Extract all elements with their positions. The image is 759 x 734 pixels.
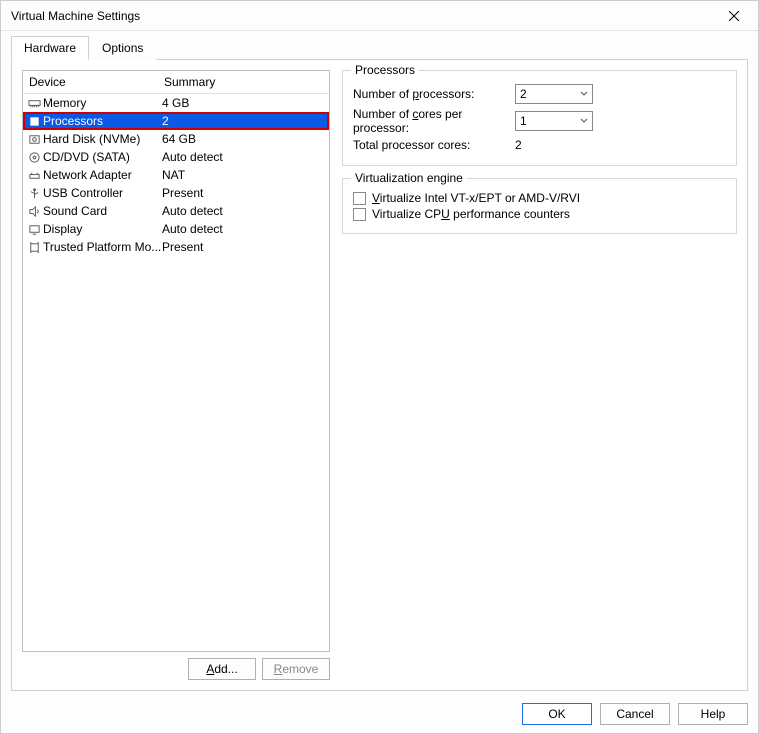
total-cores-row: Total processor cores: 2 xyxy=(353,138,726,152)
device-summary: Auto detect xyxy=(162,204,325,218)
virtualize-cpu-perf-row[interactable]: Virtualize CPU performance counters xyxy=(353,207,726,221)
virtualize-vt-label: Virtualize Intel VT-x/EPT or AMD-V/RVI xyxy=(372,191,580,205)
device-summary: Auto detect xyxy=(162,150,325,164)
tab-options[interactable]: Options xyxy=(89,36,156,60)
device-name: Hard Disk (NVMe) xyxy=(43,132,162,146)
cores-per-processor-value: 1 xyxy=(520,114,527,128)
header-summary[interactable]: Summary xyxy=(164,75,323,89)
device-summary: 64 GB xyxy=(162,132,325,146)
device-name: Processors xyxy=(43,114,162,128)
header-device[interactable]: Device xyxy=(29,75,164,89)
device-list-header: Device Summary xyxy=(23,71,329,94)
device-name: CD/DVD (SATA) xyxy=(43,150,162,164)
window-title: Virtual Machine Settings xyxy=(11,9,718,23)
tab-options-label: Options xyxy=(102,41,143,55)
total-cores-label: Total processor cores: xyxy=(353,138,515,152)
device-row-tpm[interactable]: Trusted Platform Mo... Present xyxy=(23,238,329,256)
device-name: Memory xyxy=(43,96,162,110)
virtualize-vt-row[interactable]: Virtualize Intel VT-x/EPT or AMD-V/RVI xyxy=(353,191,726,205)
processors-group: Processors Number of processors: 2 Numbe… xyxy=(342,70,737,166)
tab-hardware-label: Hardware xyxy=(24,41,76,55)
network-adapter-icon xyxy=(27,168,41,182)
cores-per-processor-row: Number of cores per processor: 1 xyxy=(353,107,726,135)
processors-legend: Processors xyxy=(351,63,419,77)
num-processors-select[interactable]: 2 xyxy=(515,84,593,104)
device-summary: 4 GB xyxy=(162,96,325,110)
chevron-down-icon xyxy=(580,90,588,98)
device-row-processors[interactable]: Processors 2 xyxy=(23,112,329,130)
device-row-cd-dvd[interactable]: CD/DVD (SATA) Auto detect xyxy=(23,148,329,166)
device-row-network-adapter[interactable]: Network Adapter NAT xyxy=(23,166,329,184)
virtualize-cpu-perf-label: Virtualize CPU performance counters xyxy=(372,207,570,221)
left-column: Device Summary Memory 4 GB Processors 2 xyxy=(22,70,330,680)
num-processors-value: 2 xyxy=(520,87,527,101)
num-processors-label: Number of processors: xyxy=(353,87,515,101)
virtualize-cpu-perf-checkbox[interactable] xyxy=(353,208,366,221)
tab-hardware[interactable]: Hardware xyxy=(11,36,89,60)
right-column: Processors Number of processors: 2 Numbe… xyxy=(342,70,737,680)
add-button[interactable]: Add... xyxy=(188,658,256,680)
device-summary: Present xyxy=(162,186,325,200)
device-list[interactable]: Device Summary Memory 4 GB Processors 2 xyxy=(22,70,330,652)
dialog-button-row: OK Cancel Help xyxy=(1,697,758,733)
device-name: Network Adapter xyxy=(43,168,162,182)
memory-icon xyxy=(27,96,41,110)
device-rows: Memory 4 GB Processors 2 Hard Disk (NVMe… xyxy=(23,94,329,651)
device-name: USB Controller xyxy=(43,186,162,200)
total-cores-value: 2 xyxy=(515,138,522,152)
display-icon xyxy=(27,222,41,236)
device-row-usb-controller[interactable]: USB Controller Present xyxy=(23,184,329,202)
virtualization-group: Virtualization engine Virtualize Intel V… xyxy=(342,178,737,234)
tab-body: Device Summary Memory 4 GB Processors 2 xyxy=(11,59,748,691)
device-summary: NAT xyxy=(162,168,325,182)
close-button[interactable] xyxy=(718,4,750,28)
add-rest: dd... xyxy=(214,662,237,676)
cd-dvd-icon xyxy=(27,150,41,164)
device-row-memory[interactable]: Memory 4 GB xyxy=(23,94,329,112)
titlebar: Virtual Machine Settings xyxy=(1,1,758,31)
vm-settings-dialog: Virtual Machine Settings Hardware Option… xyxy=(0,0,759,734)
remove-rest: emove xyxy=(282,662,318,676)
device-name: Trusted Platform Mo... xyxy=(43,240,162,254)
num-processors-row: Number of processors: 2 xyxy=(353,84,726,104)
device-name: Display xyxy=(43,222,162,236)
virtualize-vt-checkbox[interactable] xyxy=(353,192,366,205)
device-row-sound-card[interactable]: Sound Card Auto detect xyxy=(23,202,329,220)
usb-controller-icon xyxy=(27,186,41,200)
hard-disk-icon xyxy=(27,132,41,146)
device-row-display[interactable]: Display Auto detect xyxy=(23,220,329,238)
list-button-row: Add... Remove xyxy=(22,658,330,680)
sound-card-icon xyxy=(27,204,41,218)
cores-per-processor-select[interactable]: 1 xyxy=(515,111,593,131)
device-row-hard-disk[interactable]: Hard Disk (NVMe) 64 GB xyxy=(23,130,329,148)
processors-icon xyxy=(27,114,41,128)
device-summary: 2 xyxy=(162,114,325,128)
close-icon xyxy=(729,11,739,21)
device-summary: Auto detect xyxy=(162,222,325,236)
chevron-down-icon xyxy=(580,117,588,125)
tpm-icon xyxy=(27,240,41,254)
virtualization-legend: Virtualization engine xyxy=(351,171,467,185)
device-summary: Present xyxy=(162,240,325,254)
cores-per-processor-label: Number of cores per processor: xyxy=(353,107,515,135)
cancel-button[interactable]: Cancel xyxy=(600,703,670,725)
help-button[interactable]: Help xyxy=(678,703,748,725)
ok-button[interactable]: OK xyxy=(522,703,592,725)
tabbar: Hardware Options xyxy=(1,31,758,59)
remove-button: Remove xyxy=(262,658,330,680)
device-name: Sound Card xyxy=(43,204,162,218)
